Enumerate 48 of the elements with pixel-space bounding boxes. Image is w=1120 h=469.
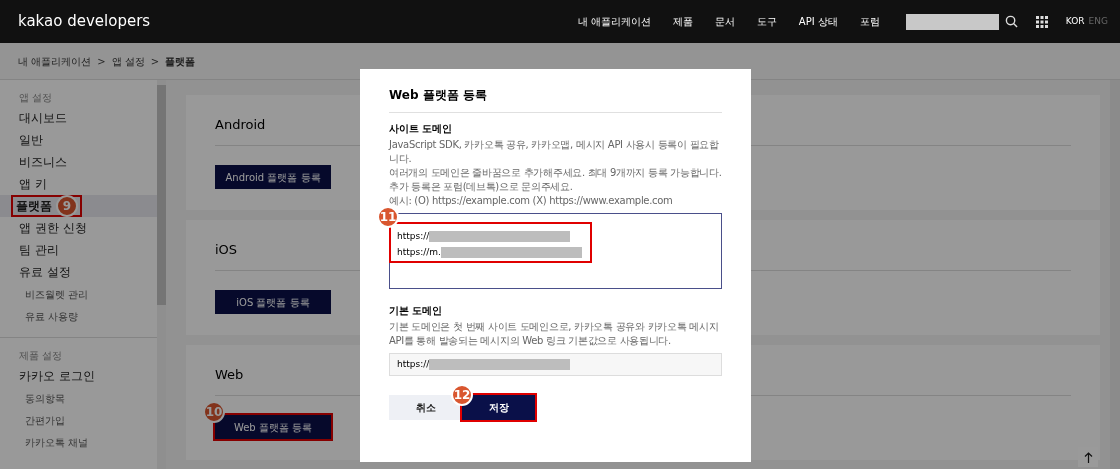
sidebar-item-label[interactable]: 유료 설정	[0, 263, 71, 281]
register-platform-button[interactable]: Android 플랫폼 등록	[215, 165, 331, 189]
nav-link[interactable]: 도구	[756, 14, 777, 29]
field-label: 기본 도메인	[389, 304, 444, 318]
nav-link[interactable]: 내 애플리케이션	[577, 14, 651, 29]
logo[interactable]: kakao developers	[18, 10, 151, 33]
domain-text: https://	[397, 230, 430, 243]
step-number-badge: 12	[451, 384, 473, 406]
nav-link[interactable]: 문서	[714, 14, 735, 29]
step-number-badge: 10	[203, 400, 225, 423]
sidebar-item-label[interactable]: 비즈월렛 관리	[0, 286, 89, 302]
help-text: 예시: (O) https://example.com (X) https://www.example.com	[389, 194, 674, 208]
sidebar-item-label[interactable]: 일반	[0, 131, 43, 149]
nav-link[interactable]: 제품	[672, 14, 693, 29]
help-text: 기본 도메인은 첫 번째 사이트 도메인으로, 카카오톡 공유와 카카오톡 메시지 API를 통해 발송되는 메시지의 Web 링크 기본값으로 사용됩니다.	[389, 320, 720, 348]
language-option[interactable]: ENG	[1088, 14, 1108, 29]
sidebar-section-title: 제품 설정	[18, 349, 64, 363]
breadcrumb-link[interactable]: 앱 설정	[111, 53, 145, 69]
language-option[interactable]: KOR	[1065, 14, 1085, 29]
sidebar-item-label[interactable]: 대시보드	[0, 109, 67, 127]
field-label: 사이트 도메인	[389, 122, 454, 136]
step-number-badge: 9	[56, 195, 78, 217]
sidebar-item-label[interactable]: 카카오톡 채널	[0, 434, 89, 450]
grid-icon[interactable]	[1035, 15, 1048, 28]
step-number-badge: 11	[377, 206, 399, 228]
register-platform-button[interactable]: Web 플랫폼 등록	[215, 415, 331, 439]
sidebar-item-label[interactable]: 카카오 로그인	[0, 367, 95, 385]
help-text: 여러개의 도메인은 줄바꿈으로 추가해주세요. 최대 9개까지 등록 가능합니다. 추가 등록은 포럼(데브톡)으로 문의주세요.	[389, 166, 722, 194]
nav-link[interactable]: 포럼	[859, 14, 880, 29]
domain-text: https://m.	[397, 245, 441, 259]
breadcrumb-separator: >	[150, 54, 160, 69]
breadcrumb-link[interactable]: 내 애플리케이션	[18, 53, 92, 69]
search-icon[interactable]	[1004, 15, 1018, 28]
sidebar-item-label[interactable]: 앱 키	[0, 175, 47, 193]
dialog-title: Web 플랫폼 등록	[389, 86, 722, 113]
sidebar-section-title: 앱 설정	[18, 91, 54, 105]
sidebar-item-label[interactable]: 비즈니스	[0, 153, 67, 171]
register-platform-button[interactable]: iOS 플랫폼 등록	[215, 290, 331, 314]
sidebar-item-label[interactable]: 유료 사용량	[0, 308, 79, 324]
sidebar-item-label[interactable]: 동의항목	[0, 390, 65, 406]
default-domain-field[interactable]: https://	[389, 353, 722, 376]
sidebar-item-label[interactable]: 앱 권한 신청	[0, 219, 87, 237]
search-field[interactable]	[905, 13, 999, 30]
sidebar-item-label[interactable]: 팀 관리	[0, 241, 59, 259]
breadcrumb-separator: >	[97, 54, 106, 69]
nav-link[interactable]: API 상태	[798, 14, 838, 29]
sidebar-item-label[interactable]: 간편가입	[0, 412, 65, 428]
breadcrumb-link[interactable]: 플랫폼	[165, 53, 196, 69]
